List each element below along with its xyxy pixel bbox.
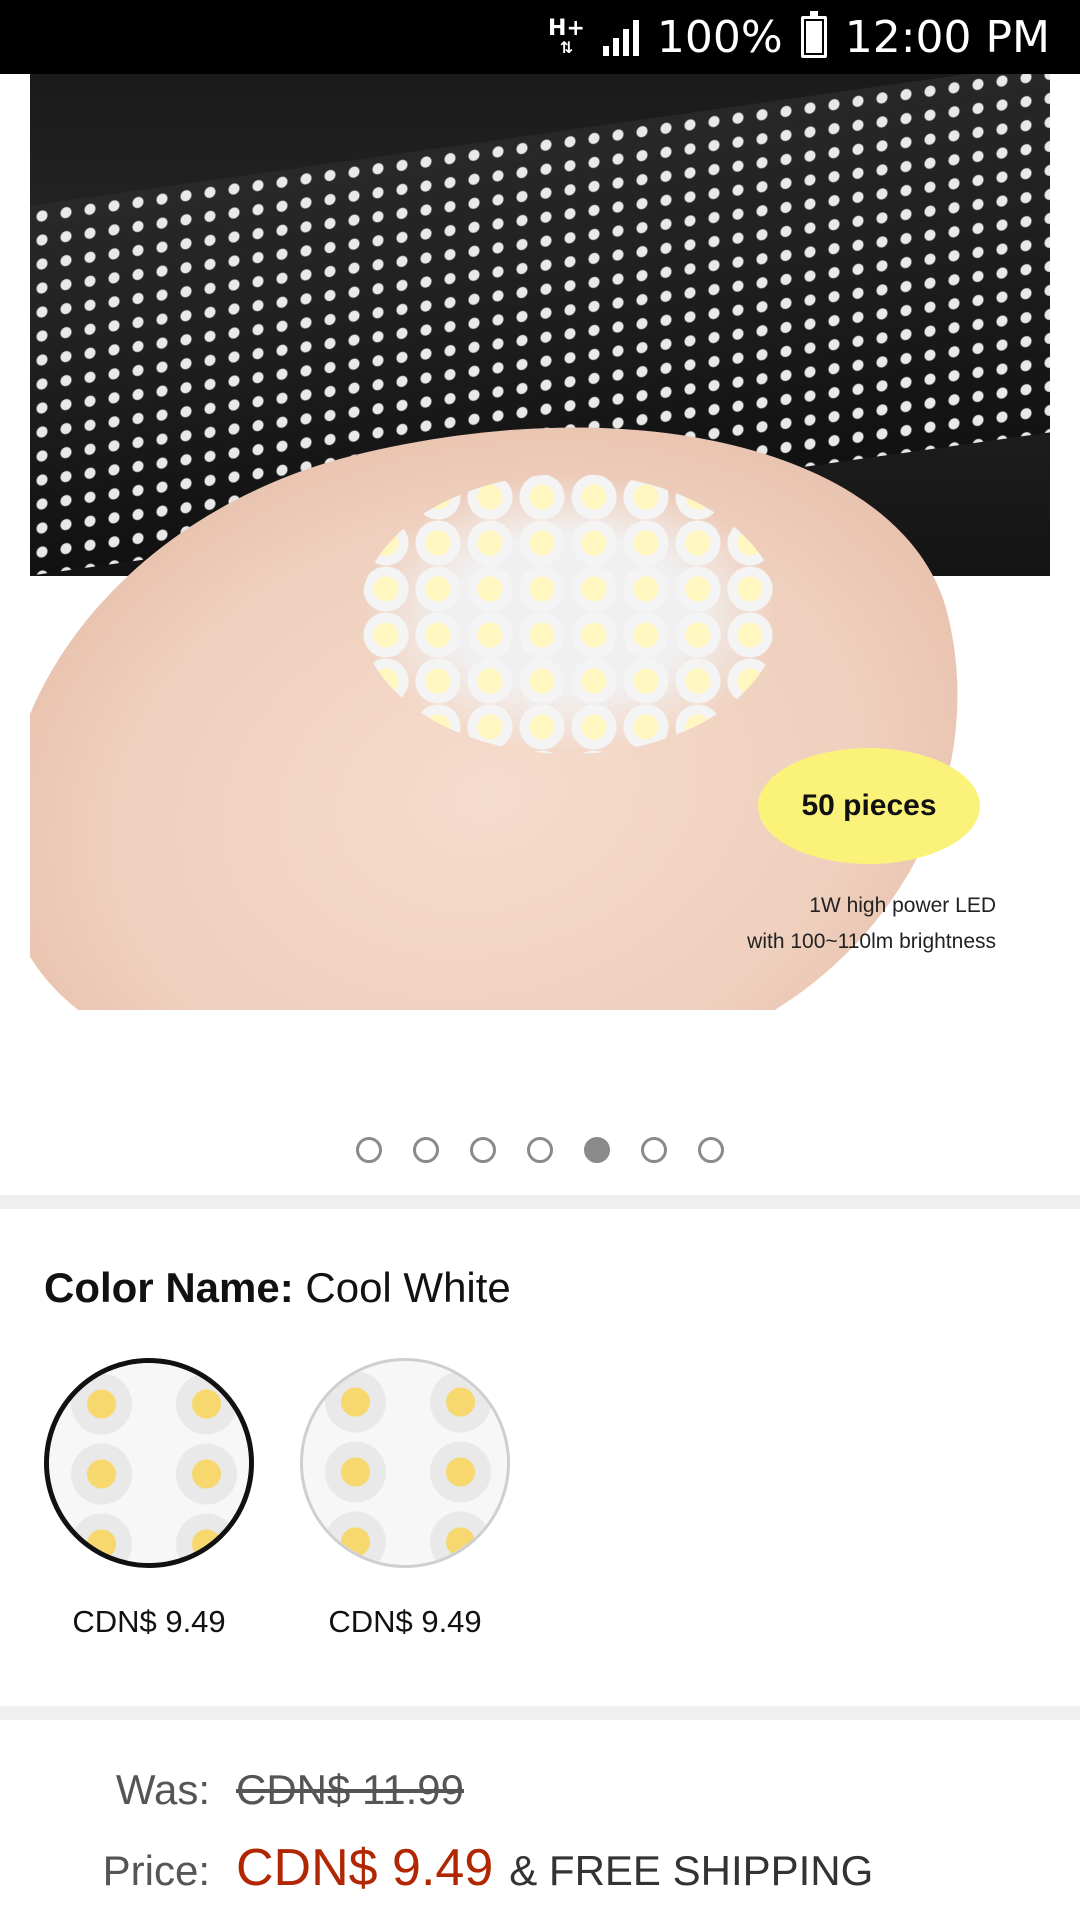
battery-icon	[800, 11, 827, 58]
product-image[interactable]: 50 pieces 1W high power LED with 100~110…	[30, 74, 1050, 1010]
led-swatch-thumbnail	[49, 1363, 249, 1563]
color-name-label: Color Name: Cool White	[44, 1264, 511, 1312]
led-chips-pile	[360, 474, 780, 754]
clock: 12:00 PM	[844, 11, 1050, 63]
free-shipping-text: & FREE SHIPPING	[509, 1847, 874, 1894]
caption-line-2: with 100~110lm brightness	[747, 930, 996, 953]
carousel-dot[interactable]	[356, 1137, 382, 1163]
color-swatch-cool-white[interactable]	[44, 1358, 254, 1568]
image-caption: 1W high power LED with 100~110lm brightn…	[650, 888, 1050, 960]
was-price-row: Was: CDN$ 11.99	[0, 1766, 1080, 1814]
color-swatch-option-2[interactable]	[300, 1358, 510, 1568]
color-name-title: Color Name:	[44, 1264, 294, 1311]
caption-line-1: 1W high power LED	[809, 894, 996, 917]
carousel-dot[interactable]	[470, 1137, 496, 1163]
carousel-dot[interactable]	[641, 1137, 667, 1163]
carousel-dot-active[interactable]	[584, 1137, 610, 1163]
current-price: CDN$ 9.49	[236, 1839, 494, 1897]
battery-percent: 100%	[656, 11, 783, 63]
price-label: Price:	[102, 1847, 210, 1894]
image-carousel-indicator	[0, 1134, 1080, 1166]
carousel-dot[interactable]	[698, 1137, 724, 1163]
carousel-dot[interactable]	[527, 1137, 553, 1163]
was-label: Was:	[115, 1766, 210, 1813]
signal-strength-icon	[602, 18, 639, 56]
network-type-label: H+	[548, 16, 585, 41]
swatch-price: CDN$ 9.49	[72, 1604, 226, 1639]
network-type-icon: H+ ⇅	[548, 16, 585, 57]
section-divider	[0, 1195, 1080, 1209]
status-bar: H+ ⇅ 100% 12:00 PM	[0, 0, 1080, 74]
section-divider	[0, 1706, 1080, 1720]
pieces-badge: 50 pieces	[758, 748, 980, 864]
led-swatch-thumbnail	[303, 1361, 507, 1565]
color-name-value: Cool White	[305, 1264, 511, 1311]
current-price-row: Price: CDN$ 9.49 & FREE SHIPPING	[0, 1838, 1080, 1898]
was-price: CDN$ 11.99	[236, 1766, 465, 1813]
carousel-dot[interactable]	[413, 1137, 439, 1163]
swatch-price: CDN$ 9.49	[328, 1604, 482, 1639]
